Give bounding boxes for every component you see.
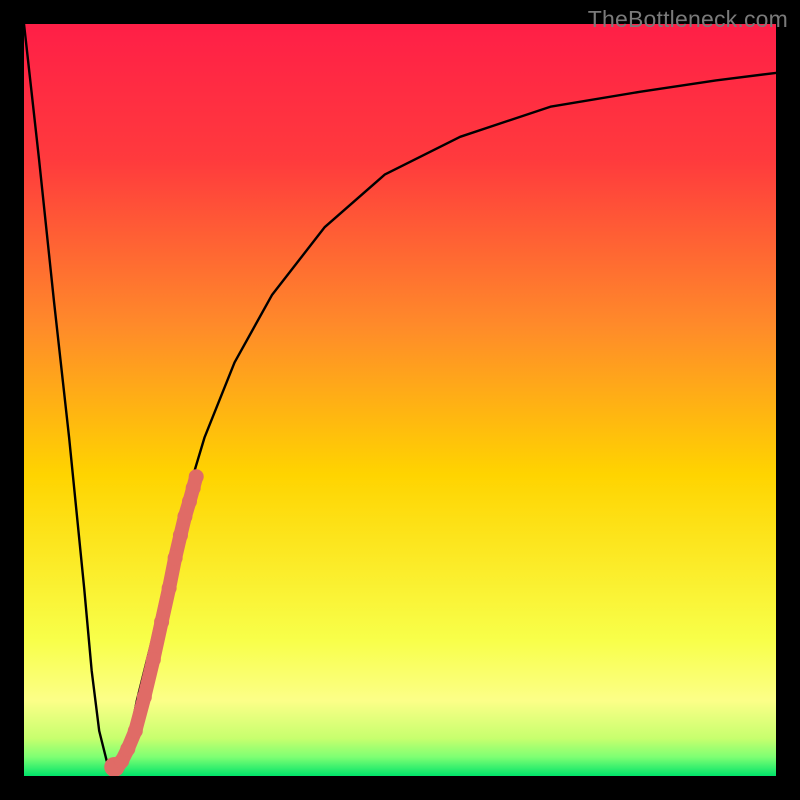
highlight-dot: [128, 723, 143, 738]
highlight-dot: [177, 509, 192, 524]
gradient-background: [24, 24, 776, 776]
highlight-dot: [137, 690, 152, 705]
highlight-dot: [189, 469, 204, 484]
plot-area: [24, 24, 776, 776]
highlight-dot: [168, 550, 183, 565]
highlight-dot: [154, 614, 169, 629]
highlight-dot: [120, 741, 135, 756]
chart-frame: TheBottleneck.com: [0, 0, 800, 800]
watermark-text: TheBottleneck.com: [588, 6, 788, 33]
highlight-dot: [182, 494, 197, 509]
highlight-dot: [146, 652, 161, 667]
highlight-dot: [162, 581, 177, 596]
highlight-dot: [173, 528, 188, 543]
chart-svg: [24, 24, 776, 776]
